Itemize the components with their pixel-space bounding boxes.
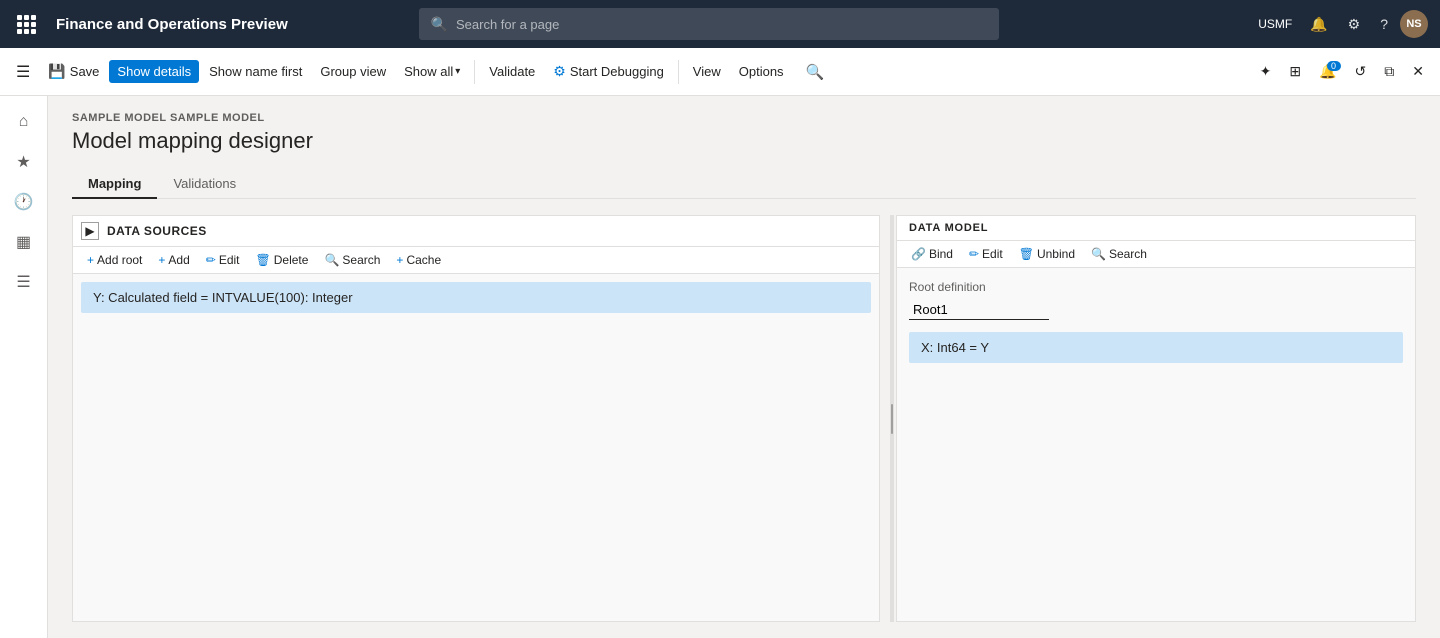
root-definition-input[interactable] [909, 300, 1049, 320]
sidebar-item-modules[interactable]: ☰ [6, 264, 42, 300]
ds-section-title: DATA SOURCES [107, 224, 207, 238]
close-button[interactable]: ✕ [1404, 59, 1432, 84]
sidebar-item-workspaces[interactable]: ▦ [6, 224, 42, 260]
unbind-icon: 🗑 [1019, 247, 1034, 261]
personalize-button[interactable]: ✦ [1252, 59, 1280, 84]
ds-delete-button[interactable]: 🗑 Delete [250, 251, 315, 269]
company-badge: USMF [1252, 15, 1298, 33]
page-title: Model mapping designer [72, 128, 1416, 154]
open-new-window-button[interactable]: ⧉ [1376, 59, 1402, 84]
dm-unbind-button[interactable]: 🗑 Unbind [1013, 245, 1081, 263]
main-content: SAMPLE MODEL SAMPLE MODEL Model mapping … [48, 96, 1440, 638]
root-definition-label: Root definition [909, 280, 1403, 294]
edit-icon-dm: ✏ [969, 247, 979, 261]
cache-icon: + [396, 253, 403, 267]
fullscreen-button[interactable]: ⊞ [1281, 59, 1309, 84]
search-placeholder: Search for a page [456, 17, 559, 32]
bind-icon: 🔗 [911, 247, 926, 261]
main-layout: ⌂ ★ 🕐 ▦ ☰ SAMPLE MODEL SAMPLE MODEL Mode… [0, 96, 1440, 638]
data-model-panel: DATA MODEL 🔗 Bind ✏ Edit 🗑 Unbind [896, 215, 1416, 622]
save-button[interactable]: 💾 Save [40, 59, 107, 84]
refresh-button[interactable]: ↺ [1347, 59, 1375, 84]
ds-expand-button[interactable]: ▶ [81, 222, 99, 240]
app-grid-button[interactable] [12, 10, 40, 38]
view-button[interactable]: View [685, 60, 729, 83]
ds-panel-header: ▶ DATA SOURCES [73, 216, 879, 247]
dm-toolbar: 🔗 Bind ✏ Edit 🗑 Unbind 🔍 Search [897, 241, 1415, 268]
show-details-button[interactable]: Show details [109, 60, 199, 83]
action-toolbar: ☰ 💾 Save Show details Show name first Gr… [0, 48, 1440, 96]
search-icon-ds: 🔍 [324, 253, 339, 267]
sidebar-item-home[interactable]: ⌂ [6, 104, 42, 140]
top-nav: Finance and Operations Preview 🔍 Search … [0, 0, 1440, 48]
plus-icon: + [87, 253, 94, 267]
plus-icon-2: + [158, 253, 165, 267]
ds-edit-button[interactable]: ✏ Edit [200, 251, 246, 269]
ds-add-root-button[interactable]: + Add root [81, 251, 148, 269]
left-sidebar: ⌂ ★ 🕐 ▦ ☰ [0, 96, 48, 638]
tab-bar: Mapping Validations [72, 170, 1416, 199]
dm-bind-button[interactable]: 🔗 Bind [905, 245, 959, 263]
search-icon-dm: 🔍 [1091, 247, 1106, 261]
save-icon: 💾 [48, 63, 65, 80]
show-all-button[interactable]: Show all ▾ [396, 60, 468, 83]
panel-splitter[interactable] [890, 215, 894, 622]
ds-search-button[interactable]: 🔍 Search [318, 251, 386, 269]
app-title: Finance and Operations Preview [56, 16, 288, 33]
debug-icon: ⚙ [553, 63, 566, 80]
help-button[interactable]: ? [1372, 12, 1396, 36]
global-search-bar[interactable]: 🔍 Search for a page [419, 8, 999, 40]
dm-row[interactable]: X: Int64 = Y [909, 332, 1403, 363]
dm-edit-button[interactable]: ✏ Edit [963, 245, 1009, 263]
breadcrumb: SAMPLE MODEL SAMPLE MODEL [72, 112, 1416, 124]
edit-icon: ✏ [206, 253, 216, 267]
toolbar-divider [474, 60, 475, 84]
user-avatar[interactable]: NS [1400, 10, 1428, 38]
settings-button[interactable]: ⚙ [1340, 12, 1369, 37]
hamburger-menu-button[interactable]: ☰ [8, 58, 38, 86]
chevron-down-icon: ▾ [455, 66, 460, 77]
dm-panel-header: DATA MODEL [897, 216, 1415, 241]
sidebar-item-recent[interactable]: 🕐 [6, 184, 42, 220]
ds-row[interactable]: Y: Calculated field = INTVALUE(100): Int… [81, 282, 871, 313]
designer-area: ▶ DATA SOURCES + Add root + Add ✏ Edit [72, 215, 1416, 622]
ds-add-button[interactable]: + Add [152, 251, 195, 269]
ds-toolbar: + Add root + Add ✏ Edit 🗑 Delete [73, 247, 879, 274]
start-debugging-button[interactable]: ⚙ Start Debugging [545, 59, 672, 84]
validate-button[interactable]: Validate [481, 60, 543, 83]
sidebar-item-favorites[interactable]: ★ [6, 144, 42, 180]
splitter-handle [891, 404, 893, 434]
notifications-button[interactable]: 🔔 0 [1311, 59, 1344, 84]
data-sources-panel: ▶ DATA SOURCES + Add root + Add ✏ Edit [72, 215, 880, 622]
dm-content: Root definition X: Int64 = Y [897, 268, 1415, 621]
show-name-first-button[interactable]: Show name first [201, 60, 310, 83]
notification-badge: 0 [1327, 61, 1341, 71]
notification-bell-button[interactable]: 🔔 [1302, 12, 1335, 37]
toolbar-right-icons: ✦ ⊞ 🔔 0 ↺ ⧉ ✕ [1252, 59, 1432, 84]
toolbar-divider-2 [678, 60, 679, 84]
top-nav-right: USMF 🔔 ⚙ ? NS [1252, 10, 1428, 38]
dm-search-button[interactable]: 🔍 Search [1085, 245, 1153, 263]
options-button[interactable]: Options [731, 60, 792, 83]
delete-icon: 🗑 [256, 253, 271, 267]
tab-validations[interactable]: Validations [157, 170, 252, 199]
toolbar-search-button[interactable]: 🔍 [798, 59, 833, 85]
ds-content: Y: Calculated field = INTVALUE(100): Int… [73, 274, 879, 621]
group-view-button[interactable]: Group view [312, 60, 394, 83]
search-icon: 🔍 [431, 16, 448, 33]
ds-cache-button[interactable]: + Cache [390, 251, 447, 269]
tab-mapping[interactable]: Mapping [72, 170, 157, 199]
